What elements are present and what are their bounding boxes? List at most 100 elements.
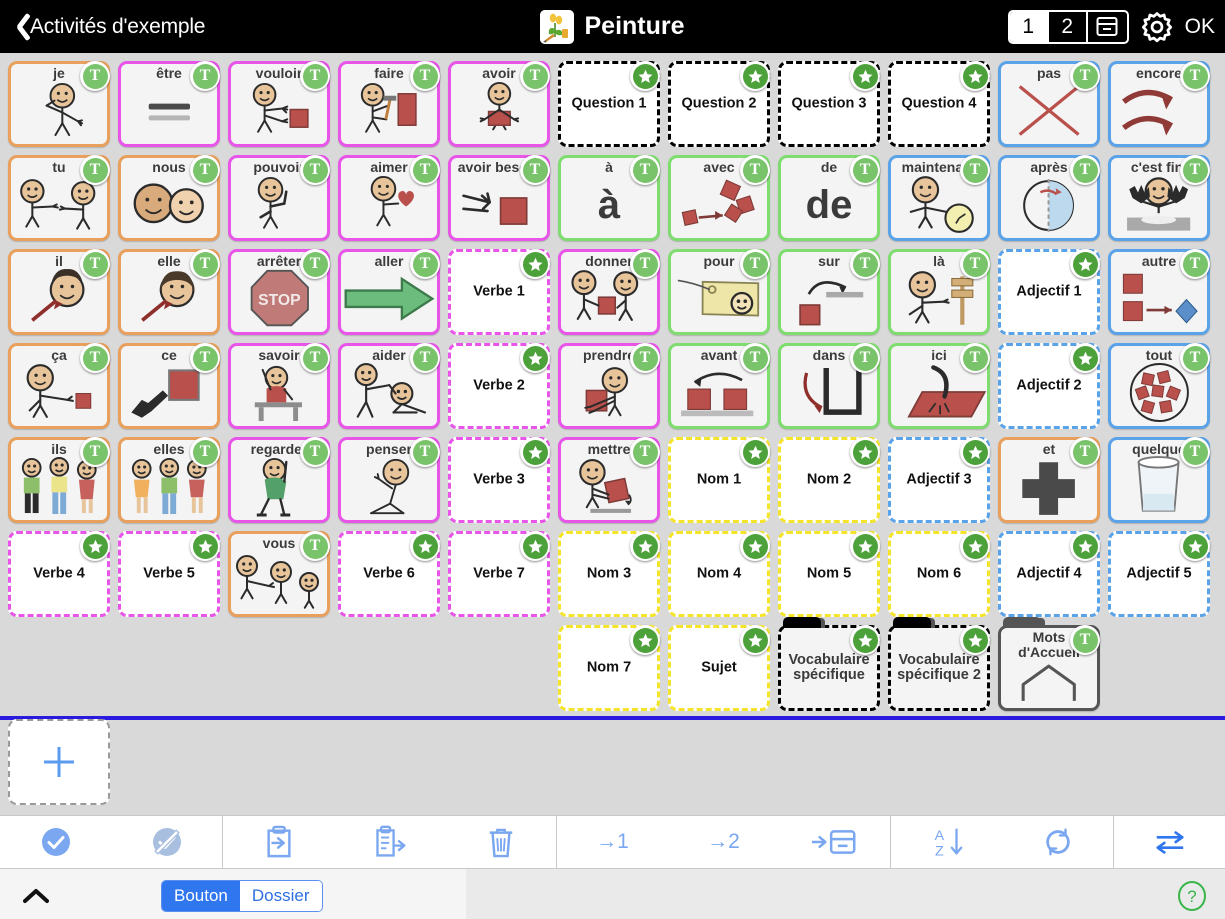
text-badge-icon[interactable]: T <box>1070 437 1100 467</box>
board-button-nom-7[interactable]: Nom 7 <box>558 625 660 711</box>
page-selector[interactable]: 1 2 <box>1007 9 1129 44</box>
move-to-page-2-button[interactable]: →2 <box>668 816 779 868</box>
board-button-verbe-5[interactable]: Verbe 5 <box>118 531 220 617</box>
board-button-adjectif-5[interactable]: Adjectif 5 <box>1108 531 1210 617</box>
text-badge-icon[interactable]: T <box>630 437 660 467</box>
board-button-nom-5[interactable]: Nom 5 <box>778 531 880 617</box>
board-button-nom-1[interactable]: Nom 1 <box>668 437 770 523</box>
board-button-avec[interactable]: avec T <box>668 155 770 241</box>
text-badge-icon[interactable]: T <box>1070 625 1100 655</box>
text-badge-icon[interactable]: T <box>740 249 770 279</box>
move-to-page-1-button[interactable]: →1 <box>557 816 668 868</box>
board-button-vous[interactable]: vous T <box>228 531 330 617</box>
board-button-adjectif-4[interactable]: Adjectif 4 <box>998 531 1100 617</box>
board-button-apr-s[interactable]: après T <box>998 155 1100 241</box>
board-button-verbe-2[interactable]: Verbe 2 <box>448 343 550 429</box>
text-badge-icon[interactable]: T <box>960 155 990 185</box>
board-button-vocabulaire-sp-cifique[interactable]: Vocabulaire spécifique <box>778 617 880 711</box>
board-button-quelque[interactable]: quelque T <box>1108 437 1210 523</box>
board-button-regarder[interactable]: regarder T <box>228 437 330 523</box>
board-button-question-2[interactable]: Question 2 <box>668 61 770 147</box>
board-button-savoir[interactable]: savoir T <box>228 343 330 429</box>
gear-icon[interactable] <box>1139 9 1175 45</box>
board-button-pour[interactable]: pour T <box>668 249 770 335</box>
text-badge-icon[interactable]: T <box>80 155 110 185</box>
text-badge-icon[interactable]: T <box>190 343 220 373</box>
text-badge-icon[interactable]: T <box>1180 155 1210 185</box>
text-badge-icon[interactable]: T <box>300 531 330 561</box>
star-badge-icon[interactable] <box>520 531 550 561</box>
board-button-question-3[interactable]: Question 3 <box>778 61 880 147</box>
text-badge-icon[interactable]: T <box>960 343 990 373</box>
board-button-vocabulaire-sp-cifique-2[interactable]: Vocabulaire spécifique 2 <box>888 617 990 711</box>
board-button-ici[interactable]: ici T <box>888 343 990 429</box>
board-button-nom-6[interactable]: Nom 6 <box>888 531 990 617</box>
text-badge-icon[interactable]: T <box>410 61 440 91</box>
text-badge-icon[interactable]: T <box>410 249 440 279</box>
text-badge-icon[interactable]: T <box>1180 437 1210 467</box>
text-badge-icon[interactable]: T <box>740 343 770 373</box>
chevron-up-icon[interactable] <box>22 886 50 906</box>
star-badge-icon[interactable] <box>630 625 660 655</box>
star-badge-icon[interactable] <box>960 437 990 467</box>
text-badge-icon[interactable]: T <box>80 437 110 467</box>
board-button-tu[interactable]: tu T <box>8 155 110 241</box>
board-button-aimer[interactable]: aimer T <box>338 155 440 241</box>
text-badge-icon[interactable]: T <box>1180 343 1210 373</box>
text-badge-icon[interactable]: T <box>300 437 330 467</box>
segment-bouton[interactable]: Bouton <box>162 881 240 911</box>
board-button-question-4[interactable]: Question 4 <box>888 61 990 147</box>
board-button-question-1[interactable]: Question 1 <box>558 61 660 147</box>
export-button[interactable] <box>334 816 445 868</box>
star-badge-icon[interactable] <box>850 531 880 561</box>
board-button-[interactable]: ààT <box>558 155 660 241</box>
text-badge-icon[interactable]: T <box>960 249 990 279</box>
ok-button[interactable]: OK <box>1185 15 1215 39</box>
star-badge-icon[interactable] <box>740 437 770 467</box>
board-button-tre[interactable]: être T <box>118 61 220 147</box>
board-button-verbe-6[interactable]: Verbe 6 <box>338 531 440 617</box>
board-button-je[interactable]: je T <box>8 61 110 147</box>
board-button-nom-4[interactable]: Nom 4 <box>668 531 770 617</box>
text-badge-icon[interactable]: T <box>1180 249 1210 279</box>
board-button-nom-2[interactable]: Nom 2 <box>778 437 880 523</box>
board-button-l[interactable]: là T <box>888 249 990 335</box>
board-button-pas[interactable]: pas T <box>998 61 1100 147</box>
star-badge-icon[interactable] <box>520 249 550 279</box>
board-button-pouvoir[interactable]: pouvoir T <box>228 155 330 241</box>
page-tab-archive[interactable] <box>1088 12 1127 42</box>
board-button-faire[interactable]: faire T <box>338 61 440 147</box>
board-button-elles[interactable]: elles T <box>118 437 220 523</box>
board-button-c-est-fini[interactable]: c'est fini T <box>1108 155 1210 241</box>
text-badge-icon[interactable]: T <box>410 155 440 185</box>
star-badge-icon[interactable] <box>190 531 220 561</box>
board-button-il[interactable]: il T <box>8 249 110 335</box>
text-badge-icon[interactable]: T <box>80 61 110 91</box>
text-badge-icon[interactable]: T <box>300 249 330 279</box>
board-button-adjectif-2[interactable]: Adjectif 2 <box>998 343 1100 429</box>
star-badge-icon[interactable] <box>960 61 990 91</box>
board-button-adjectif-3[interactable]: Adjectif 3 <box>888 437 990 523</box>
board-button-verbe-4[interactable]: Verbe 4 <box>8 531 110 617</box>
star-badge-icon[interactable] <box>520 437 550 467</box>
board-button-sujet[interactable]: Sujet <box>668 625 770 711</box>
star-badge-icon[interactable] <box>740 61 770 91</box>
select-all-button[interactable] <box>0 816 111 868</box>
board-button-donner[interactable]: donner T <box>558 249 660 335</box>
move-to-archive-button[interactable] <box>779 816 890 868</box>
star-badge-icon[interactable] <box>960 531 990 561</box>
text-badge-icon[interactable]: T <box>520 155 550 185</box>
text-badge-icon[interactable]: T <box>850 249 880 279</box>
board-button-verbe-1[interactable]: Verbe 1 <box>448 249 550 335</box>
text-badge-icon[interactable]: T <box>1180 61 1210 91</box>
text-badge-icon[interactable]: T <box>850 343 880 373</box>
star-badge-icon[interactable] <box>850 625 880 655</box>
page-tab-2[interactable]: 2 <box>1049 11 1088 42</box>
board-button-de[interactable]: de de T <box>778 155 880 241</box>
board-button-ils[interactable]: ils T <box>8 437 110 523</box>
star-badge-icon[interactable] <box>1180 531 1210 561</box>
board-button-vouloir[interactable]: vouloir T <box>228 61 330 147</box>
star-badge-icon[interactable] <box>850 61 880 91</box>
board-button-avoir[interactable]: avoir T <box>448 61 550 147</box>
text-badge-icon[interactable]: T <box>190 61 220 91</box>
